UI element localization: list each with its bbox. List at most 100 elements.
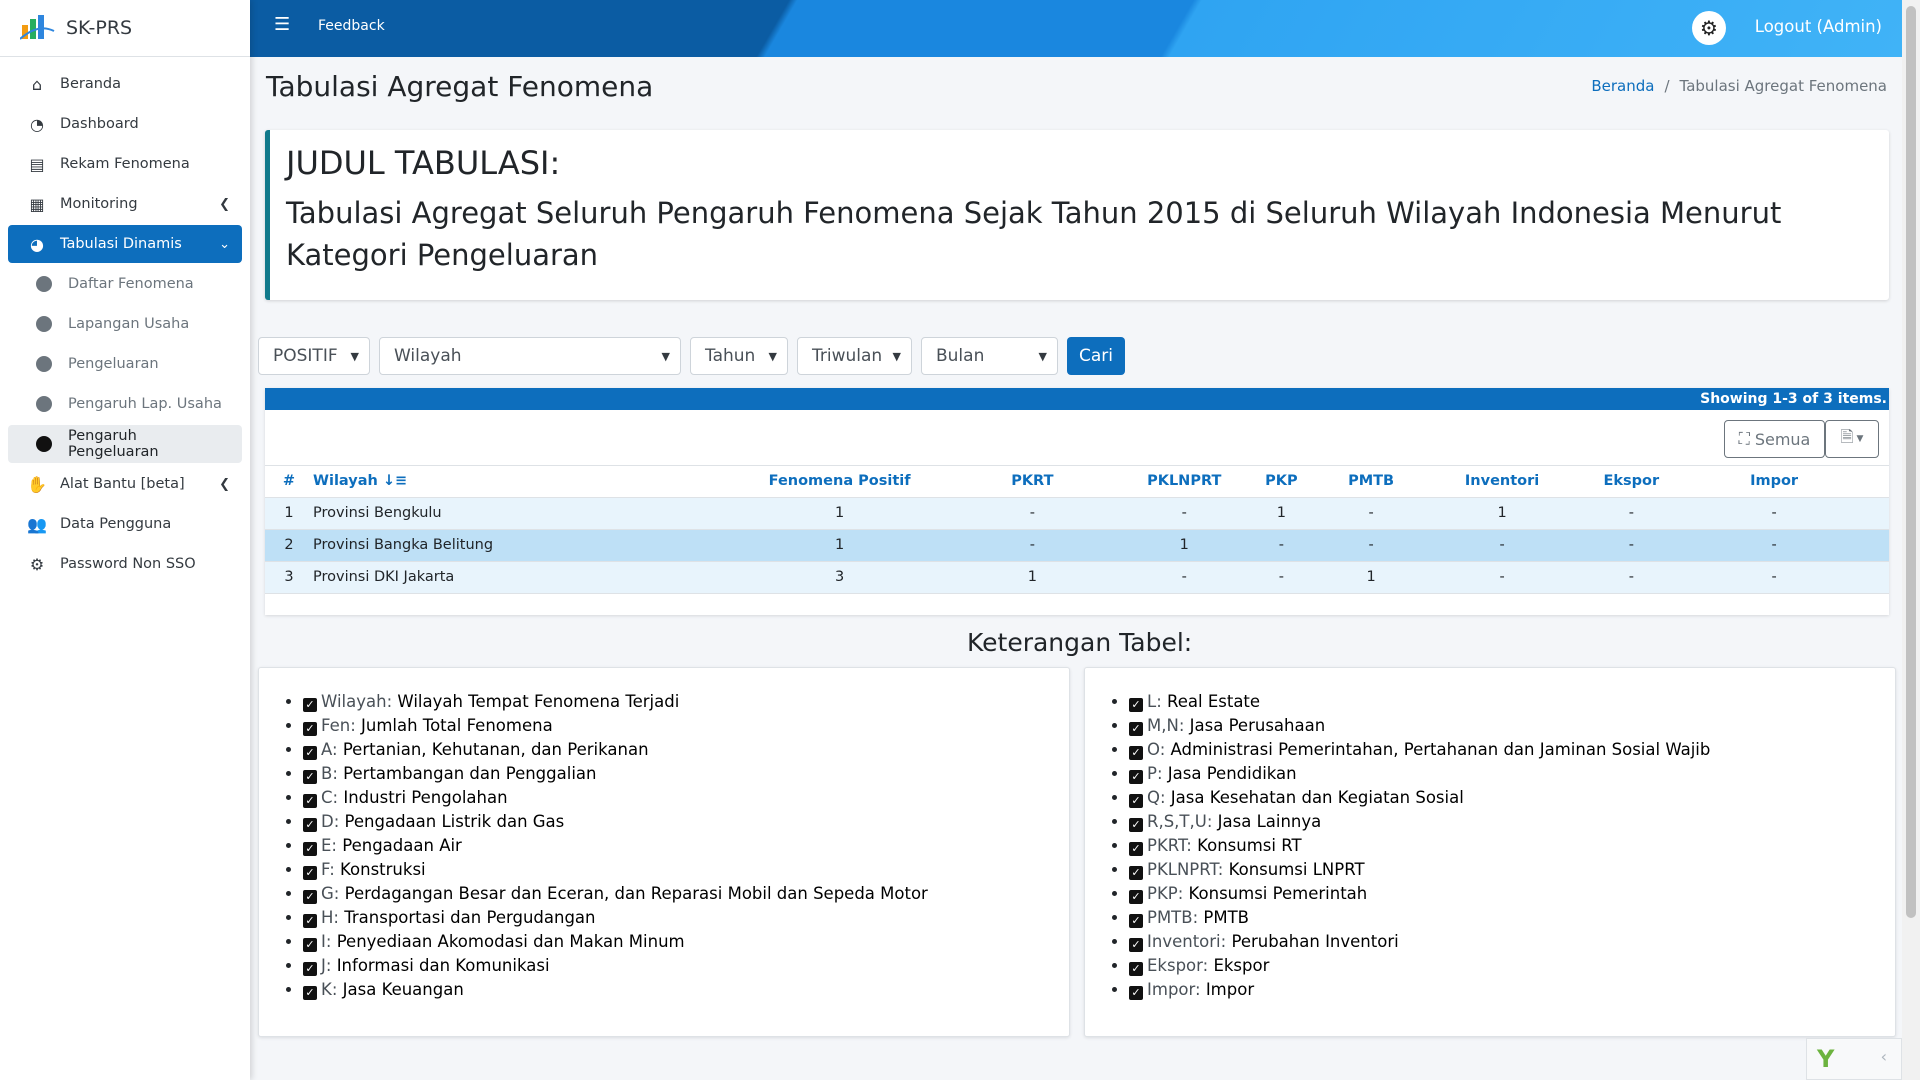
vertical-scrollbar[interactable] — [1902, 0, 1920, 1080]
table-row[interactable]: 3 Provinsi DKI Jakarta 3 1 - - 1 - - - — [265, 561, 1889, 594]
sidebar-item-label: Rekam Fenomena — [60, 156, 190, 172]
col-header-ekspor[interactable]: Ekspor — [1603, 466, 1660, 498]
table-row[interactable]: 2 Provinsi Bangka Belitung 1 - 1 - - - -… — [265, 529, 1889, 562]
summary-prefix: Showing — [1700, 391, 1773, 407]
cell-inventori: - — [1400, 529, 1604, 562]
col-header-pkrt[interactable]: PKRT — [917, 466, 1148, 498]
sidebar-item-label: Pengaruh Lap. Usaha — [68, 396, 222, 412]
chevron-down-icon: ▼ — [661, 349, 670, 363]
col-header-inventori[interactable]: Inventori — [1400, 466, 1604, 498]
ket-key: PKLNPRT: — [1147, 860, 1224, 879]
checkbox-checked-icon: ✓ — [1129, 746, 1143, 760]
sidebar: SK-PRS ⌂ Beranda ◔ Dashboard ▤ Rekam Fen… — [0, 0, 250, 1080]
sidebar-item-dashboard[interactable]: ◔ Dashboard — [8, 105, 242, 143]
sidebar-item-monitoring[interactable]: ▦ Monitoring ❮ — [8, 185, 242, 223]
sidebar-item-label: Alat Bantu [beta] — [60, 476, 185, 492]
summary-mid: of — [1797, 391, 1824, 407]
jenis-select[interactable]: POSITIF ▼ — [258, 337, 370, 375]
bulan-select[interactable]: Bulan ▼ — [921, 337, 1058, 375]
wilayah-select[interactable]: Wilayah ▼ — [379, 337, 681, 375]
scrollbar-thumb[interactable] — [1906, 6, 1916, 918]
ket-value: PMTB — [1203, 908, 1249, 927]
circle-icon — [36, 436, 52, 452]
cell-pkrt: - — [917, 497, 1148, 530]
col-header-pkp[interactable]: PKP — [1221, 466, 1342, 498]
page-title: Tabulasi Agregat Fenomena — [266, 70, 654, 103]
tahun-select[interactable]: Tahun ▼ — [690, 337, 788, 375]
col-header-impor[interactable]: Impor — [1659, 466, 1889, 498]
ket-value: Jasa Lainnya — [1217, 812, 1322, 831]
ket-key: PMTB: — [1147, 908, 1199, 927]
ket-value: Wilayah Tempat Fenomena Terjadi — [397, 692, 680, 711]
sidebar-item-rekam-fenomena[interactable]: ▤ Rekam Fenomena — [8, 145, 242, 183]
sidebar-nav: ⌂ Beranda ◔ Dashboard ▤ Rekam Fenomena ▦… — [0, 57, 250, 593]
feedback-link[interactable]: Feedback — [318, 18, 385, 34]
sidebar-item-alat-bantu[interactable]: ✋ Alat Bantu [beta] ❮ — [8, 465, 242, 503]
ket-key: A: — [321, 740, 338, 759]
ket-value: Perdagangan Besar dan Eceran, dan Repara… — [344, 884, 928, 903]
triwulan-select[interactable]: Triwulan ▼ — [797, 337, 912, 375]
summary-suffix: items. — [1832, 391, 1887, 407]
cell-pklnprt: - — [1147, 497, 1222, 530]
ket-key: Impor: — [1147, 980, 1201, 999]
ket-value: Jasa Kesehatan dan Kegiatan Sosial — [1170, 788, 1464, 807]
chevron-left-icon[interactable]: ‹ — [1881, 1047, 1887, 1066]
sidebar-item-data-pengguna[interactable]: 👥 Data Pengguna — [8, 505, 242, 543]
col-header-wilayah[interactable]: Wilayah ↓≡ — [312, 466, 762, 498]
show-all-button[interactable]: ⛶ Semua — [1724, 420, 1825, 458]
checkbox-checked-icon: ✓ — [1129, 722, 1143, 736]
ket-value: Administrasi Pemerintahan, Pertahanan da… — [1170, 740, 1711, 759]
checkbox-checked-icon: ✓ — [1129, 770, 1143, 784]
list-item: ✓ O: Administrasi Pemerintahan, Pertahana… — [1129, 738, 1895, 762]
sidebar-item-tabulasi-dinamis[interactable]: ◕ Tabulasi Dinamis ⌄ — [8, 225, 242, 263]
sidebar-item-pengeluaran[interactable]: Pengeluaran — [8, 345, 242, 383]
users-gear-icon: ⚙ — [29, 554, 45, 574]
callout-text: Tabulasi Agregat Seluruh Pengaruh Fenome… — [286, 196, 1782, 272]
debug-toolbar-widget[interactable]: Y ‹ — [1806, 1038, 1902, 1080]
sidebar-item-pengaruh-pengeluaran[interactable]: Pengaruh Pengeluaran — [8, 425, 242, 463]
checkbox-checked-icon: ✓ — [303, 890, 317, 904]
col-header-fenomena-positif[interactable]: Fenomena Positif — [761, 466, 918, 498]
tabulation-title-callout: JUDUL TABULASI: Tabulasi Agregat Seluruh… — [265, 130, 1889, 300]
breadcrumb-home-link[interactable]: Beranda — [1591, 77, 1654, 95]
circle-icon — [36, 316, 52, 332]
ket-key: F: — [321, 860, 335, 879]
ket-key: PKRT: — [1147, 836, 1192, 855]
brand-name: SK-PRS — [66, 17, 133, 39]
col-header-pmtb[interactable]: PMTB — [1341, 466, 1401, 498]
col-header-pklnprt[interactable]: PKLNPRT — [1147, 466, 1222, 498]
sidebar-item-label: Beranda — [60, 76, 121, 92]
ket-key: B: — [321, 764, 338, 783]
hamburger-menu-icon[interactable]: ☰ — [274, 14, 290, 35]
cell-impor: - — [1659, 497, 1889, 530]
brand[interactable]: SK-PRS — [0, 0, 250, 57]
checkbox-checked-icon: ✓ — [303, 818, 317, 832]
ket-key: E: — [321, 836, 337, 855]
circle-icon — [36, 396, 52, 412]
chevron-down-icon: ▼ — [892, 349, 901, 363]
gear-icon[interactable]: ⚙ — [1692, 11, 1726, 45]
sidebar-item-lapangan-usaha[interactable]: Lapangan Usaha — [8, 305, 242, 343]
data-grid: Showing 1-3 of 3 items. ⛶ Semua 🗎 ▼ # Wila… — [265, 388, 1889, 615]
ket-value: Jumlah Total Fenomena — [361, 716, 553, 735]
table-icon: ▤ — [29, 154, 45, 174]
cell-pkrt: - — [917, 529, 1148, 562]
keterangan-left-panel: ✓ Wilayah: Wilayah Tempat Fenomena Terjad… — [258, 667, 1070, 1037]
sidebar-item-password-non-sso[interactable]: ⚙ Password Non SSO — [8, 545, 242, 583]
sidebar-item-label: Lapangan Usaha — [68, 316, 190, 332]
sidebar-item-pengaruh-lap-usaha[interactable]: Pengaruh Lap. Usaha — [8, 385, 242, 423]
caret-down-icon: ▼ — [1856, 434, 1864, 444]
sidebar-item-beranda[interactable]: ⌂ Beranda — [8, 65, 242, 103]
table-row[interactable]: 1 Provinsi Bengkulu 1 - - 1 - 1 - - — [265, 497, 1889, 530]
export-menu-button[interactable]: 🗎 ▼ — [1825, 420, 1879, 458]
ket-value: Jasa Pendidikan — [1167, 764, 1297, 783]
logout-link[interactable]: Logout (Admin) — [1755, 17, 1882, 36]
ket-key: K: — [321, 980, 338, 999]
sidebar-item-label: Password Non SSO — [60, 556, 196, 572]
sidebar-item-label: Data Pengguna — [60, 516, 172, 532]
cari-button[interactable]: Cari — [1067, 337, 1125, 375]
cell-wilayah: Provinsi Bangka Belitung — [312, 529, 762, 562]
callout-heading: JUDUL TABULASI: — [286, 144, 561, 182]
list-item: ✓ Wilayah: Wilayah Tempat Fenomena Terjad… — [303, 690, 1069, 714]
sidebar-item-daftar-fenomena[interactable]: Daftar Fenomena — [8, 265, 242, 303]
